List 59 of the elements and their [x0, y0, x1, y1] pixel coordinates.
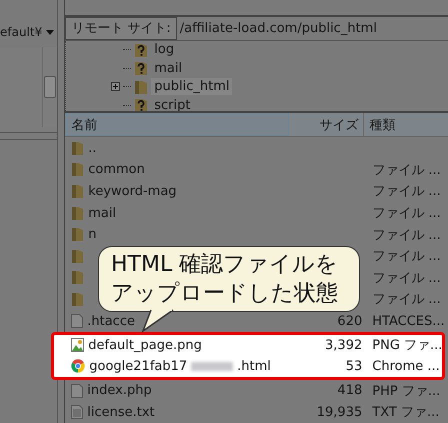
- text-file-icon: [71, 405, 84, 420]
- file-name[interactable]: n: [88, 227, 96, 242]
- file-type: ファイル ...: [372, 228, 441, 243]
- file-type: ファイル ...: [372, 206, 441, 222]
- folder-icon: [71, 270, 84, 286]
- file-type: ファイル ...: [372, 249, 441, 264]
- unknown-folder-icon: [134, 42, 148, 58]
- expand-icon[interactable]: [111, 82, 120, 92]
- file-type: ファイル ...: [372, 162, 441, 178]
- column-header[interactable]: サイズ: [289, 113, 364, 136]
- folder-icon: [71, 140, 84, 156]
- file-name[interactable]: common: [88, 162, 145, 178]
- unknown-folder-icon: [134, 97, 148, 112]
- file-type: PNG ファ...: [372, 338, 442, 354]
- file-name[interactable]: index.php: [87, 383, 152, 398]
- remote-path-field[interactable]: /affiliate-load.com/public_html: [176, 17, 377, 40]
- file-type: Chrome ...: [372, 358, 440, 374]
- file-icon: [71, 314, 84, 328]
- file-size: 3,392: [325, 338, 362, 353]
- remote-site-label: リモート サイト:: [65, 17, 177, 40]
- caret-icon: [46, 30, 54, 34]
- file-type: ファイル ...: [372, 184, 441, 200]
- tree-item[interactable]: script: [151, 96, 194, 112]
- file-size: 418: [337, 383, 362, 398]
- file-name[interactable]: keyword-mag: [88, 184, 177, 199]
- file-size: 620: [337, 314, 362, 329]
- file-type: PHP ファ...: [372, 384, 440, 399]
- callout-text: アップロードした状態: [111, 280, 338, 308]
- tree-item[interactable]: log: [151, 41, 178, 58]
- file-name[interactable]: ..: [88, 140, 97, 156]
- folder-icon: [71, 227, 84, 242]
- column-header[interactable]: 種類: [364, 113, 448, 136]
- file-name[interactable]: license.txt: [87, 404, 155, 420]
- tree-item[interactable]: mail: [151, 60, 186, 77]
- file-name[interactable]: mail: [88, 206, 116, 221]
- folder-icon: [134, 78, 148, 95]
- file-size: 53: [346, 358, 362, 374]
- folder-icon: [71, 162, 84, 178]
- browser-logo-icon: [71, 359, 86, 374]
- file-name[interactable]: google21fab17: [89, 358, 188, 374]
- file-extension: .html: [237, 358, 271, 374]
- folder-icon: [71, 248, 84, 264]
- tree-item[interactable]: public_html: [151, 78, 232, 96]
- folder-icon: [71, 206, 84, 221]
- file-type: ファイル ...: [372, 292, 441, 308]
- callout-text: HTML 確認ファイルを: [111, 251, 338, 279]
- file-icon: [71, 384, 84, 398]
- file-size: 19,935: [316, 404, 362, 420]
- file-name[interactable]: .htacce: [87, 314, 135, 329]
- folder-icon: [71, 292, 84, 307]
- image-file-icon: [71, 338, 84, 352]
- folder-icon: [71, 184, 84, 199]
- column-header[interactable]: 名前: [65, 113, 290, 136]
- unknown-folder-icon: [134, 60, 148, 76]
- file-name[interactable]: default_page.png: [88, 338, 202, 353]
- file-type: HTACCES...: [372, 314, 445, 329]
- file-type: ファイル ...: [372, 270, 441, 286]
- local-path-dropdown[interactable]: efault¥: [0, 25, 58, 39]
- file-type: TXT ファ...: [372, 405, 440, 420]
